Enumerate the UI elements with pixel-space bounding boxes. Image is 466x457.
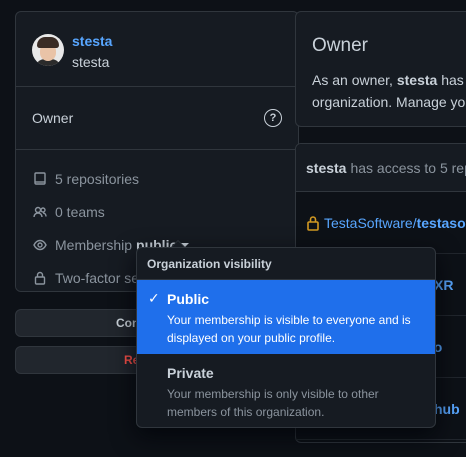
user-row: stesta stesta <box>16 12 298 87</box>
visibility-option-private[interactable]: Private Your membership is only visible … <box>137 354 435 427</box>
eye-icon <box>33 239 47 250</box>
avatar[interactable] <box>32 34 64 66</box>
lock-icon <box>307 215 319 231</box>
repositories-count: 5 repositories <box>16 162 298 195</box>
option-title: Private <box>167 365 214 381</box>
user-login: stesta <box>72 54 110 70</box>
visibility-option-public[interactable]: ✓ Public Your membership is visible to e… <box>137 280 435 354</box>
user-profile-link[interactable]: stesta <box>72 33 112 49</box>
organization-visibility-menu: Organization visibility ✓ Public Your me… <box>136 247 436 428</box>
teams-count: 0 teams <box>16 195 298 228</box>
repo-icon <box>34 171 46 185</box>
menu-header: Organization visibility <box>137 248 435 280</box>
lock-icon <box>34 271 46 285</box>
repo-item[interactable]: TestaSoftware/testasof <box>296 192 466 254</box>
role-label: Owner <box>32 110 74 126</box>
dropdown-caret-inner <box>172 241 184 247</box>
owner-title: Owner <box>312 35 368 56</box>
owner-info-panel: Owner As an owner, stesta has a organiza… <box>295 11 466 127</box>
role-row: Owner ? <box>16 87 298 150</box>
access-header: stestahas access to 5 repo <box>296 144 466 192</box>
option-description: Your membership is only visible to other… <box>167 387 379 419</box>
option-description: Your membership is visible to everyone a… <box>167 313 411 345</box>
people-icon <box>33 206 47 217</box>
owner-description: As an owner, stesta has a organization. … <box>312 72 466 110</box>
option-title: Public <box>167 291 210 307</box>
check-icon: ✓ <box>148 290 160 306</box>
question-icon[interactable]: ? <box>264 109 282 127</box>
